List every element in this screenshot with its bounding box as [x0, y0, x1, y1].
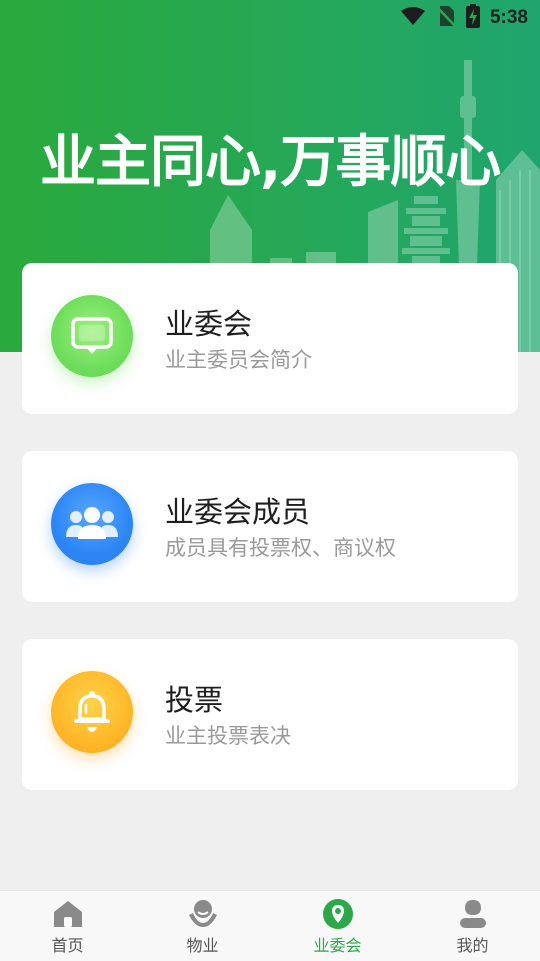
card-vote[interactable]: 投票 业主投票表决 — [22, 639, 518, 790]
tab-label: 物业 — [186, 936, 219, 955]
tab-committee[interactable]: 业委会 — [270, 891, 405, 961]
card-subtitle: 业主投票表决 — [165, 724, 291, 748]
tab-label: 首页 — [51, 936, 84, 955]
card-committee-members[interactable]: 业委会成员 成员具有投票权、商议权 — [22, 451, 518, 602]
location-pin-icon — [322, 898, 354, 930]
card-subtitle: 成员具有投票权、商议权 — [165, 536, 396, 560]
tab-label: 我的 — [456, 936, 489, 955]
home-icon — [52, 898, 84, 930]
status-time: 5:38 — [489, 7, 528, 28]
user-icon — [457, 898, 489, 930]
no-sim-icon — [436, 5, 456, 31]
bottom-tab-bar: 首页 物业 业委会 我的 — [0, 890, 540, 961]
card-title: 业委会成员 — [165, 495, 311, 529]
status-bar: 5:38 — [400, 0, 540, 36]
battery-charging-icon — [465, 4, 480, 32]
card-subtitle: 业主委员会简介 — [165, 348, 312, 372]
card-title: 投票 — [165, 683, 224, 717]
bell-icon — [51, 671, 133, 753]
hero-headline: 业主同心,万事顺心 — [40, 130, 501, 195]
chat-icon — [51, 295, 133, 377]
card-title: 业委会 — [165, 307, 253, 341]
tab-property[interactable]: 物业 — [135, 891, 270, 961]
property-icon — [187, 898, 219, 930]
tab-mine[interactable]: 我的 — [405, 891, 540, 961]
tab-label: 业委会 — [313, 936, 362, 955]
tab-home[interactable]: 首页 — [0, 891, 135, 961]
card-committee[interactable]: 业委会 业主委员会简介 — [22, 263, 518, 414]
wifi-icon — [400, 6, 426, 30]
people-icon — [51, 483, 133, 565]
